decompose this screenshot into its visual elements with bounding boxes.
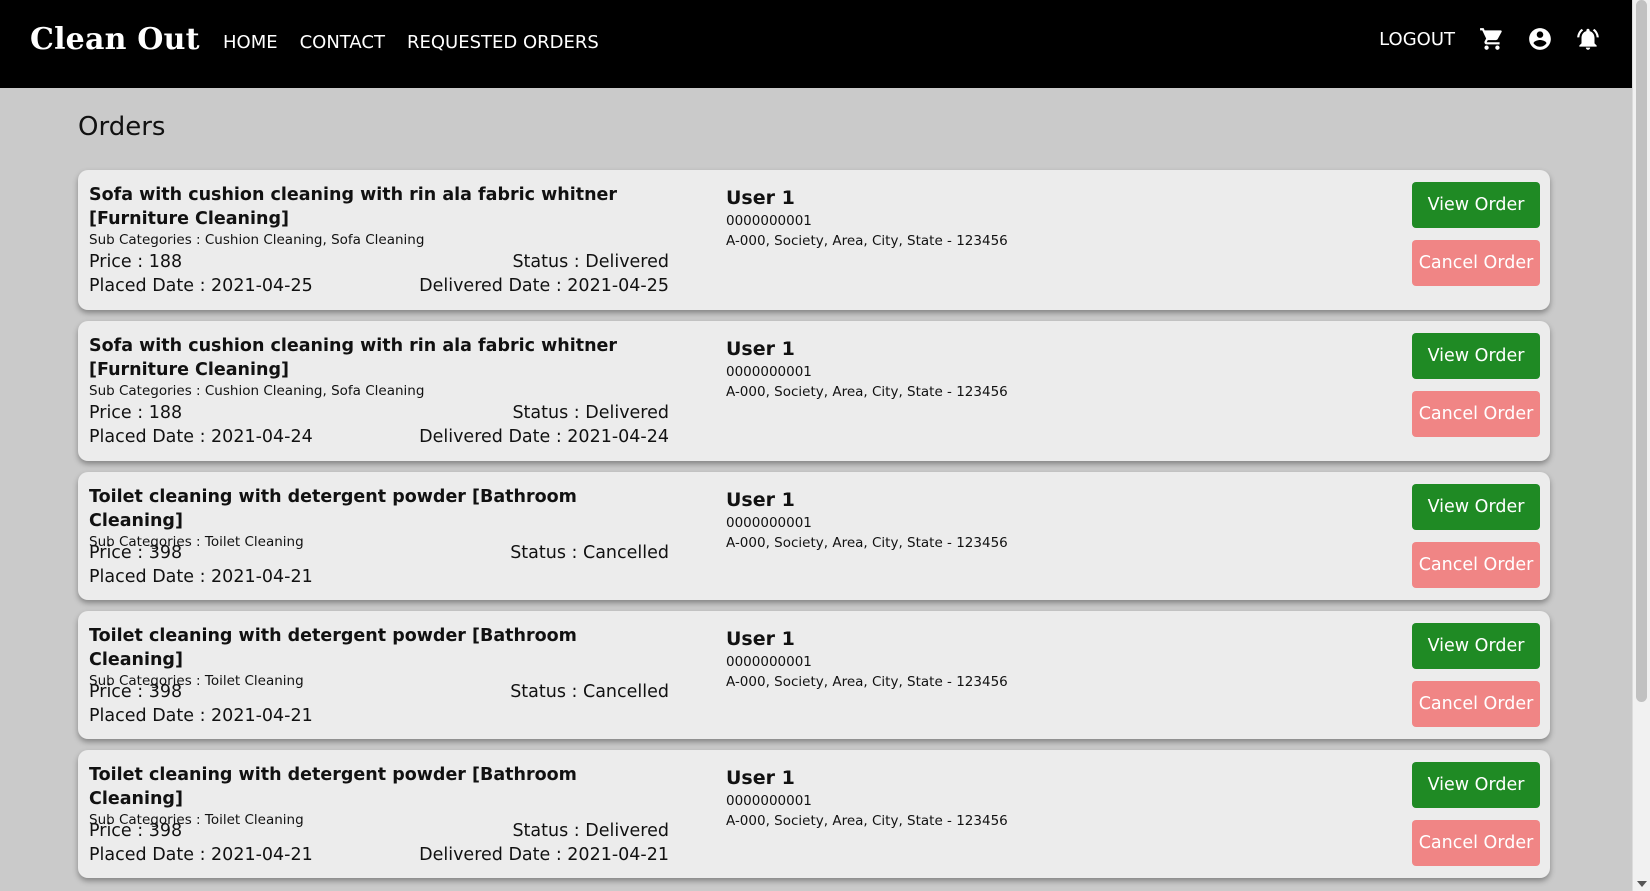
order-user-info: User 1 0000000001 A-000, Society, Area, … [726,185,1008,251]
logout-link[interactable]: LOGOUT [1379,29,1455,50]
order-price-status-row: Price : 398 Status : Delivered [89,821,669,841]
order-status: Status : Cancelled [510,543,669,563]
order-user-info: User 1 0000000001 A-000, Society, Area, … [726,626,1008,692]
order-details: Sofa with cushion cleaning with rin ala … [89,334,669,400]
user-name: User 1 [726,628,795,650]
order-title: Toilet cleaning with detergent powder [B… [89,626,577,670]
order-status: Status : Cancelled [510,682,669,702]
order-delivered-date: Delivered Date : 2021-04-24 [419,427,669,447]
order-title: Toilet cleaning with detergent powder [B… [89,765,577,809]
order-card: Toilet cleaning with detergent powder [B… [78,750,1550,878]
cancel-order-button[interactable]: Cancel Order [1412,681,1540,727]
order-card: Sofa with cushion cleaning with rin ala … [78,170,1550,310]
user-phone: 0000000001 [726,793,812,809]
page-title: Orders [78,112,166,142]
user-name: User 1 [726,489,795,511]
user-phone: 0000000001 [726,654,812,670]
account-icon[interactable] [1527,26,1553,52]
user-name: User 1 [726,767,795,789]
user-address: A-000, Society, Area, City, State - 1234… [726,813,1008,829]
order-title: Sofa with cushion cleaning with rin ala … [89,185,618,229]
nav-link-home[interactable]: HOME [223,32,278,53]
nav-links: HOME CONTACT REQUESTED ORDERS [223,32,599,53]
user-address: A-000, Society, Area, City, State - 1234… [726,384,1008,400]
nav-link-requested-orders[interactable]: REQUESTED ORDERS [407,32,599,53]
order-price-status-row: Price : 188 Status : Delivered [89,403,669,423]
order-price: Price : 398 [89,543,183,563]
user-phone: 0000000001 [726,213,812,229]
user-address: A-000, Society, Area, City, State - 1234… [726,674,1008,690]
cancel-order-button[interactable]: Cancel Order [1412,542,1540,588]
order-card: Sofa with cushion cleaning with rin ala … [78,321,1550,461]
order-card: Toilet cleaning with detergent powder [B… [78,472,1550,600]
user-name: User 1 [726,187,795,209]
order-dates-row: Placed Date : 2021-04-21 [89,567,669,587]
order-user-info: User 1 0000000001 A-000, Society, Area, … [726,765,1008,831]
order-dates-row: Placed Date : 2021-04-21 Delivered Date … [89,845,669,865]
order-status: Status : Delivered [512,252,669,272]
order-price-status-row: Price : 398 Status : Cancelled [89,543,669,563]
order-delivered-date: Delivered Date : 2021-04-21 [419,845,669,865]
order-placed-date: Placed Date : 2021-04-21 [89,706,313,726]
view-order-button[interactable]: View Order [1412,484,1540,530]
order-price-status-row: Price : 398 Status : Cancelled [89,682,669,702]
user-name: User 1 [726,338,795,360]
view-order-button[interactable]: View Order [1412,333,1540,379]
order-price: Price : 188 [89,252,183,272]
order-placed-date: Placed Date : 2021-04-25 [89,276,313,296]
nav-actions: LOGOUT [1379,26,1601,52]
orders-list: Sofa with cushion cleaning with rin ala … [78,170,1550,889]
order-user-info: User 1 0000000001 A-000, Society, Area, … [726,487,1008,553]
notification-bell-icon[interactable] [1575,26,1601,52]
navbar: Clean Out HOME CONTACT REQUESTED ORDERS … [0,0,1633,88]
order-dates-row: Placed Date : 2021-04-21 [89,706,669,726]
order-title: Sofa with cushion cleaning with rin ala … [89,336,618,380]
order-details: Toilet cleaning with detergent powder [B… [89,763,669,829]
order-card: Toilet cleaning with detergent powder [B… [78,611,1550,739]
scroll-down-arrow-icon[interactable] [1637,881,1647,887]
view-order-button[interactable]: View Order [1412,182,1540,228]
cancel-order-button[interactable]: Cancel Order [1412,391,1540,437]
order-price: Price : 398 [89,821,183,841]
view-order-button[interactable]: View Order [1412,623,1540,669]
order-dates-row: Placed Date : 2021-04-25 Delivered Date … [89,276,669,296]
page-scrollbar[interactable] [1632,0,1650,891]
order-placed-date: Placed Date : 2021-04-24 [89,427,313,447]
order-title: Toilet cleaning with detergent powder [B… [89,487,577,531]
order-status: Status : Delivered [512,821,669,841]
user-phone: 0000000001 [726,515,812,531]
user-phone: 0000000001 [726,364,812,380]
order-dates-row: Placed Date : 2021-04-24 Delivered Date … [89,427,669,447]
cart-icon[interactable] [1479,26,1505,52]
order-sub-categories: Sub Categories : Cushion Cleaning, Sofa … [89,383,425,399]
user-address: A-000, Society, Area, City, State - 1234… [726,535,1008,551]
user-address: A-000, Society, Area, City, State - 1234… [726,233,1008,249]
order-status: Status : Delivered [512,403,669,423]
order-sub-categories: Sub Categories : Cushion Cleaning, Sofa … [89,232,425,248]
order-placed-date: Placed Date : 2021-04-21 [89,567,313,587]
order-details: Toilet cleaning with detergent powder [B… [89,485,669,551]
order-user-info: User 1 0000000001 A-000, Society, Area, … [726,336,1008,402]
order-delivered-date: Delivered Date : 2021-04-25 [419,276,669,296]
cancel-order-button[interactable]: Cancel Order [1412,240,1540,286]
brand-logo[interactable]: Clean Out [30,22,200,57]
order-details: Sofa with cushion cleaning with rin ala … [89,183,669,249]
view-order-button[interactable]: View Order [1412,762,1540,808]
order-price-status-row: Price : 188 Status : Delivered [89,252,669,272]
order-placed-date: Placed Date : 2021-04-21 [89,845,313,865]
order-price: Price : 188 [89,403,183,423]
scrollbar-thumb[interactable] [1636,0,1647,702]
nav-link-contact[interactable]: CONTACT [300,32,385,53]
cancel-order-button[interactable]: Cancel Order [1412,820,1540,866]
order-price: Price : 398 [89,682,183,702]
order-details: Toilet cleaning with detergent powder [B… [89,624,669,690]
